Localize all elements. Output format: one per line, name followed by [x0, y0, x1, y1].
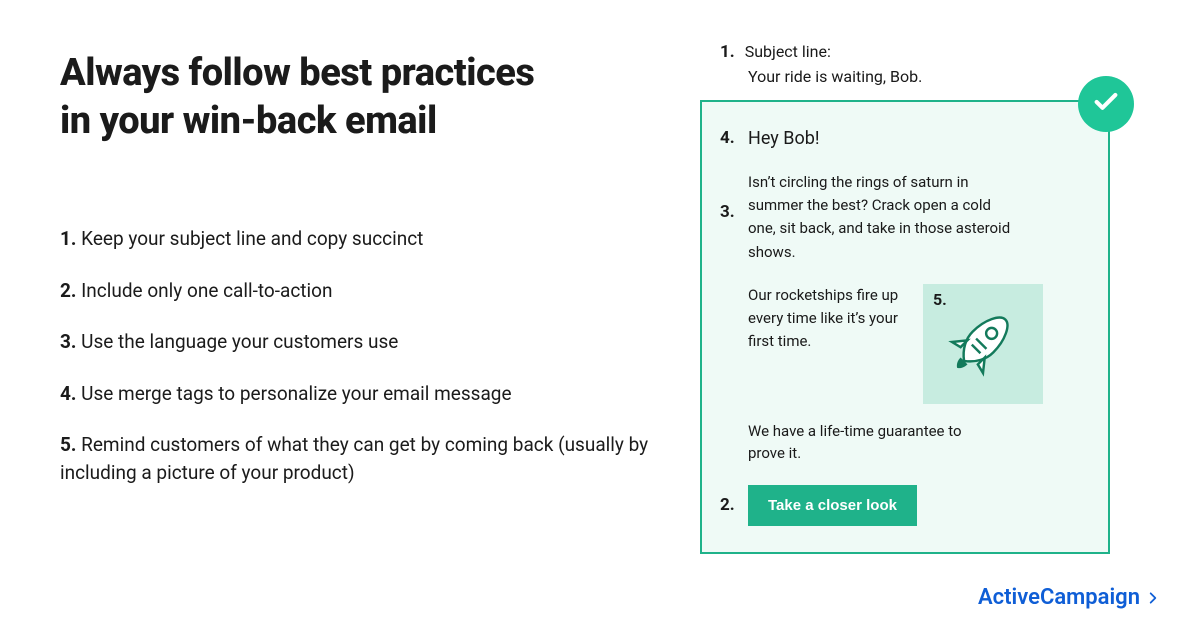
email-paragraph-row: 3. Isn’t circling the rings of saturn in…	[748, 171, 1018, 264]
page-title: Always follow best practices in your win…	[60, 50, 650, 145]
right-column: 1.Subject line: Your ride is waiting, Bo…	[650, 40, 1160, 628]
list-item: 4. Use merge tags to personalize your em…	[60, 380, 650, 408]
list-item: 5. Remind customers of what they can get…	[60, 431, 650, 486]
email-preview-card: 4. Hey Bob! 3. Isn’t circling the rings …	[700, 100, 1110, 554]
brand-logo: ActiveCampaign	[978, 585, 1160, 610]
list-number: 2.	[60, 279, 76, 302]
list-text: Keep your subject line and copy succinct	[81, 227, 423, 250]
list-item: 3. Use the language your customers use	[60, 328, 650, 356]
email-cta-row: 2. Take a closer look	[748, 485, 1082, 526]
headline-line-2: in your win-back email	[60, 99, 437, 143]
list-text: Remind customers of what they can get by…	[60, 433, 648, 484]
email-greeting-row: 4. Hey Bob!	[748, 128, 1082, 149]
brand-name: ActiveCampaign	[978, 585, 1140, 610]
callout-number: 2.	[720, 495, 735, 515]
email-paragraph: We have a life-time guarantee to prove i…	[748, 420, 968, 465]
subject-label: Subject line:	[745, 42, 831, 61]
list-text: Include only one call-to-action	[81, 279, 332, 302]
chevron-right-icon	[1146, 591, 1160, 605]
list-number: 4.	[60, 382, 76, 405]
list-number: 1.	[60, 227, 76, 250]
email-paragraph: Our rocketships fire up every time like …	[748, 284, 903, 354]
headline-line-1: Always follow best practices	[60, 51, 534, 95]
list-item: 2. Include only one call-to-action	[60, 277, 650, 305]
email-rocket-row: Our rocketships fire up every time like …	[748, 284, 1082, 404]
callout-number: 1.	[720, 42, 735, 62]
callout-number: 3.	[720, 199, 735, 225]
email-paragraph: Isn’t circling the rings of saturn in su…	[748, 173, 1010, 261]
callout-number: 5.	[933, 290, 947, 309]
rocket-icon	[944, 303, 1022, 385]
left-column: Always follow best practices in your win…	[60, 40, 650, 628]
check-icon	[1092, 88, 1120, 120]
cta-button[interactable]: Take a closer look	[748, 485, 917, 526]
check-badge	[1078, 76, 1134, 132]
list-text: Use merge tags to personalize your email…	[81, 382, 511, 405]
best-practices-list: 1. Keep your subject line and copy succi…	[60, 225, 650, 486]
page: Always follow best practices in your win…	[0, 0, 1200, 628]
list-item: 1. Keep your subject line and copy succi…	[60, 225, 650, 253]
email-greeting: Hey Bob!	[748, 128, 819, 149]
callout-number: 4.	[720, 128, 735, 148]
list-text: Use the language your customers use	[81, 330, 398, 353]
product-image: 5.	[923, 284, 1043, 404]
list-number: 5.	[60, 433, 76, 456]
list-number: 3.	[60, 330, 76, 353]
